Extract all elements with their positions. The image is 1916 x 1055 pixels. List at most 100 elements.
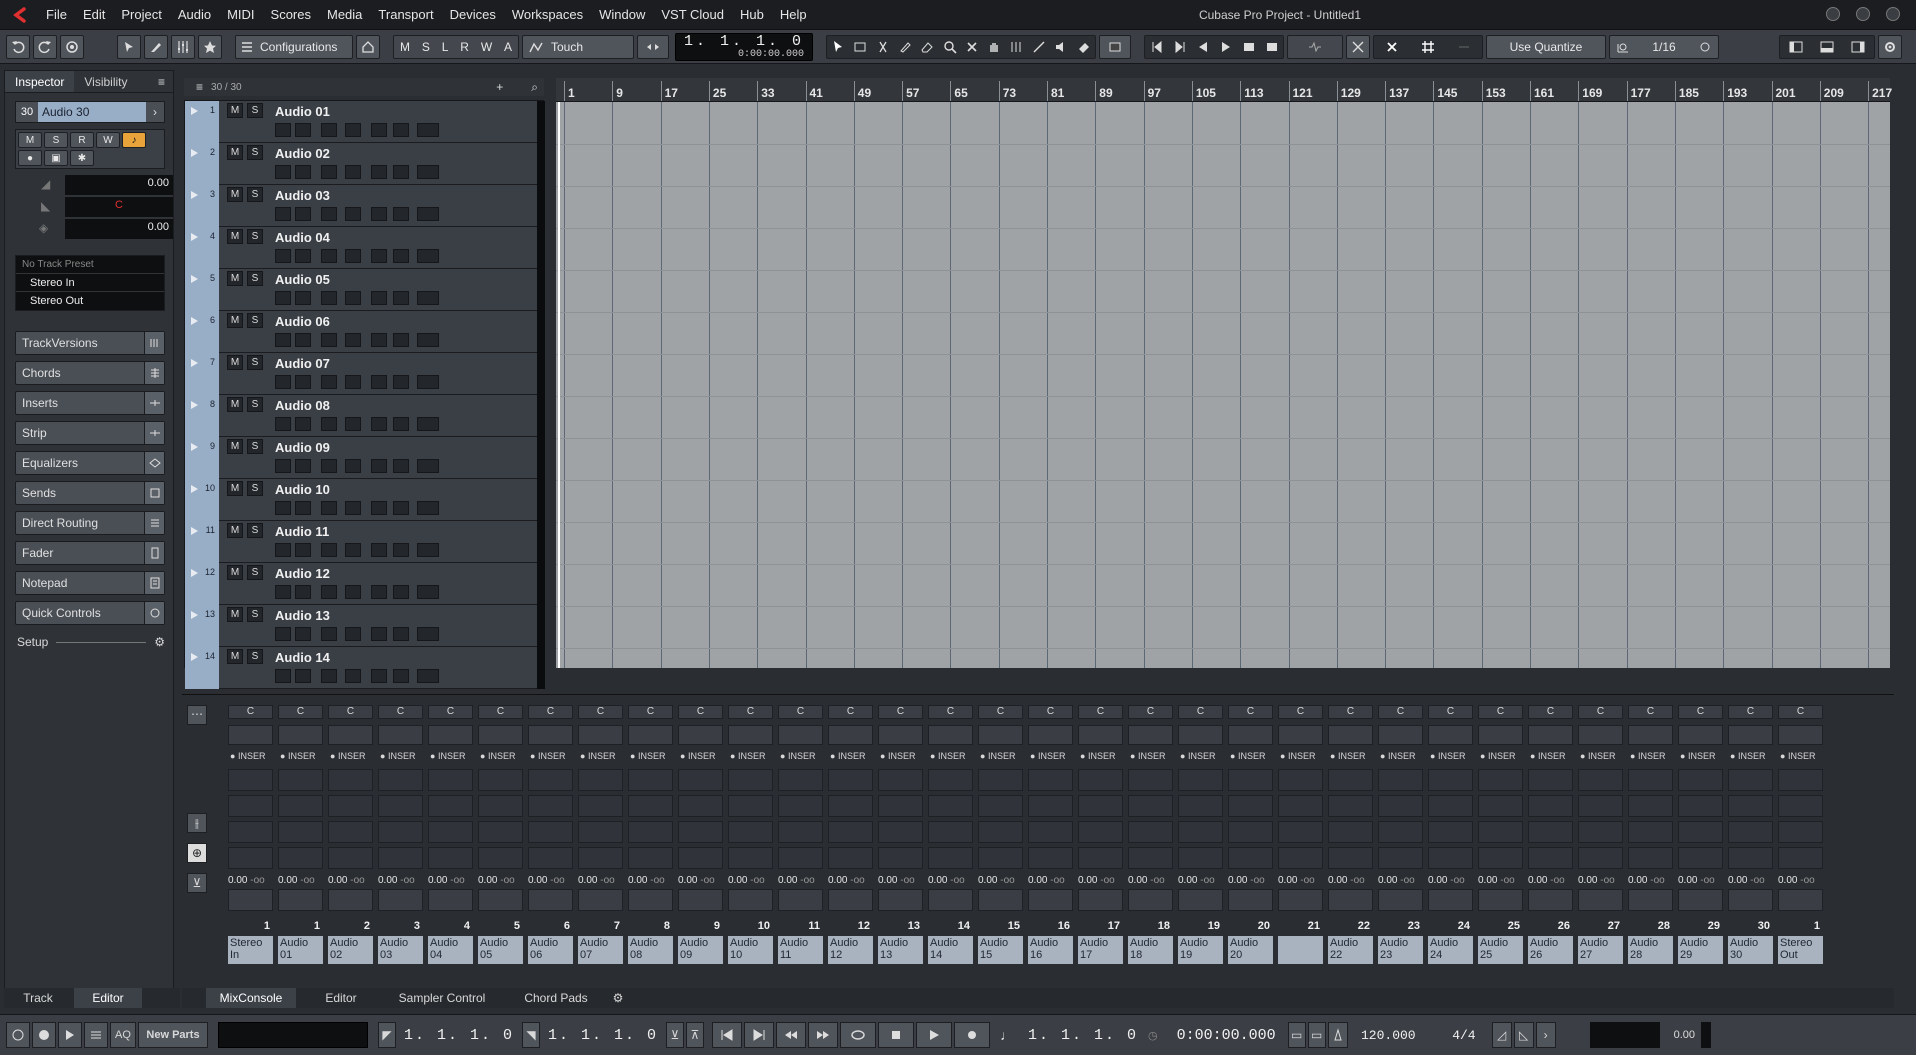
mixer-eq-icon[interactable]: ⫲: [187, 813, 207, 833]
channel-strip[interactable]: C ● INSER 0.00 -oo 26 Audio 26: [1526, 695, 1574, 995]
lock-icon[interactable]: [345, 501, 361, 515]
strip-pan-knob[interactable]: C: [1628, 705, 1673, 719]
write-automation-icon[interactable]: [393, 333, 409, 347]
expand-track-icon[interactable]: [191, 317, 198, 325]
insert-slot[interactable]: [228, 769, 273, 791]
insert-slot[interactable]: [328, 847, 373, 869]
strip-name[interactable]: Audio 24: [1428, 936, 1473, 964]
strip-name[interactable]: Stereo Out: [1778, 936, 1823, 964]
insert-slot[interactable]: [1178, 769, 1223, 791]
edit-channel-icon[interactable]: [321, 333, 337, 347]
left-locator-display[interactable]: 1. 1. 1. 0: [400, 1020, 520, 1050]
strip-insert-label[interactable]: ● INSER: [1080, 751, 1115, 761]
global-automation-button[interactable]: A: [504, 40, 512, 54]
tool-edit-in-place-button[interactable]: [117, 34, 141, 59]
strip-name[interactable]: Audio 13: [878, 936, 923, 964]
read-automation-icon[interactable]: [371, 543, 387, 557]
inspector-read-button[interactable]: R: [70, 132, 94, 148]
strip-name[interactable]: Audio 23: [1378, 936, 1423, 964]
strip-pan-knob[interactable]: C: [278, 705, 323, 719]
undo-button[interactable]: [6, 34, 30, 59]
expand-track-icon[interactable]: [191, 191, 198, 199]
insert-slot[interactable]: [1578, 847, 1623, 869]
nudge-mode-dropdown[interactable]: [637, 34, 669, 59]
insert-slot[interactable]: [1578, 769, 1623, 791]
strip-fader[interactable]: [528, 889, 573, 911]
strip-insert-label[interactable]: ● INSER: [780, 751, 815, 761]
read-automation-icon[interactable]: [371, 333, 387, 347]
channel-strip[interactable]: C ● INSER 0.00 -oo 25 Audio 25: [1476, 695, 1524, 995]
track-name[interactable]: Audio 01: [275, 104, 330, 119]
tab-inspector[interactable]: Inspector: [5, 71, 75, 92]
section-sends[interactable]: Sends: [15, 481, 165, 505]
track-mute-button[interactable]: M: [227, 649, 243, 664]
previous-event-icon[interactable]: [1196, 40, 1210, 54]
strip-name[interactable]: Audio 17: [1078, 936, 1123, 964]
expand-track-icon[interactable]: [191, 149, 198, 157]
track-name[interactable]: Audio 10: [275, 482, 330, 497]
insert-slot[interactable]: [978, 795, 1023, 817]
strip-fader[interactable]: [678, 889, 723, 911]
global-listen-button[interactable]: L: [442, 40, 449, 54]
insert-slot[interactable]: [628, 769, 673, 791]
track-name[interactable]: Audio 08: [275, 398, 330, 413]
strip-routing-button[interactable]: [1028, 725, 1073, 745]
project-cursor[interactable]: [558, 102, 560, 668]
insert-slot[interactable]: [778, 795, 823, 817]
strip-pan-knob[interactable]: C: [378, 705, 423, 719]
strip-fader[interactable]: [1478, 889, 1523, 911]
strip-pan-knob[interactable]: C: [1778, 705, 1823, 719]
pan-readout[interactable]: C: [65, 197, 173, 217]
strip-fader[interactable]: [928, 889, 973, 911]
expand-track-icon[interactable]: [191, 359, 198, 367]
strip-routing-button[interactable]: [1378, 725, 1423, 745]
strip-routing-button[interactable]: [1228, 725, 1273, 745]
strip-pan-knob[interactable]: C: [628, 705, 673, 719]
next-marker-icon[interactable]: [1173, 40, 1187, 54]
menu-edit[interactable]: Edit: [75, 0, 113, 30]
expand-track-icon[interactable]: [191, 569, 198, 577]
strip-routing-button[interactable]: [1278, 725, 1323, 745]
track-name[interactable]: Audio 11: [275, 524, 329, 539]
track-row[interactable]: 13 M S Audio 13: [185, 605, 545, 647]
track-solo-button[interactable]: S: [247, 649, 263, 664]
record-enable-icon[interactable]: [275, 165, 291, 179]
track-mute-button[interactable]: M: [227, 565, 243, 580]
track-versions-icon[interactable]: [417, 627, 439, 641]
insert-slot[interactable]: [1728, 847, 1773, 869]
strip-pan-knob[interactable]: C: [1528, 705, 1573, 719]
insert-slot[interactable]: [1128, 821, 1173, 843]
track-versions-icon[interactable]: [417, 123, 439, 137]
home-button[interactable]: [356, 34, 380, 59]
line-icon[interactable]: [1032, 40, 1046, 54]
strip-name[interactable]: [1278, 936, 1323, 964]
close-button[interactable]: [1886, 7, 1900, 21]
insert-slot[interactable]: [728, 847, 773, 869]
section-equalizers[interactable]: Equalizers: [15, 451, 165, 475]
punch-out-icon[interactable]: ⊼: [686, 1022, 704, 1048]
menu-hub[interactable]: Hub: [732, 0, 772, 30]
track-row[interactable]: 8 M S Audio 08: [185, 395, 545, 437]
monitor-icon[interactable]: [295, 669, 311, 683]
audio-performance-button[interactable]: [6, 1022, 30, 1048]
insert-slot[interactable]: [1378, 821, 1423, 843]
insert-slot[interactable]: [1528, 769, 1573, 791]
new-parts-button[interactable]: New Parts: [138, 1022, 208, 1048]
strip-fader[interactable]: [1028, 889, 1073, 911]
insert-slot[interactable]: [678, 821, 723, 843]
read-automation-icon[interactable]: [371, 501, 387, 515]
lock-icon[interactable]: [345, 291, 361, 305]
record-enable-icon[interactable]: [275, 375, 291, 389]
right-locator-icon[interactable]: ◥: [522, 1022, 540, 1048]
strip-fader[interactable]: [228, 889, 273, 911]
snap-mode-dropdown[interactable]: [1287, 34, 1343, 59]
strip-pan-knob[interactable]: C: [1078, 705, 1123, 719]
setup-slider[interactable]: [56, 641, 147, 643]
write-automation-icon[interactable]: [393, 627, 409, 641]
insert-slot[interactable]: [1778, 795, 1823, 817]
insert-slot[interactable]: [578, 847, 623, 869]
strip-fader[interactable]: [1078, 889, 1123, 911]
strip-routing-button[interactable]: [1678, 725, 1723, 745]
strip-name[interactable]: Audio 28: [1628, 936, 1673, 964]
output-routing-field[interactable]: Stereo Out: [16, 292, 164, 310]
